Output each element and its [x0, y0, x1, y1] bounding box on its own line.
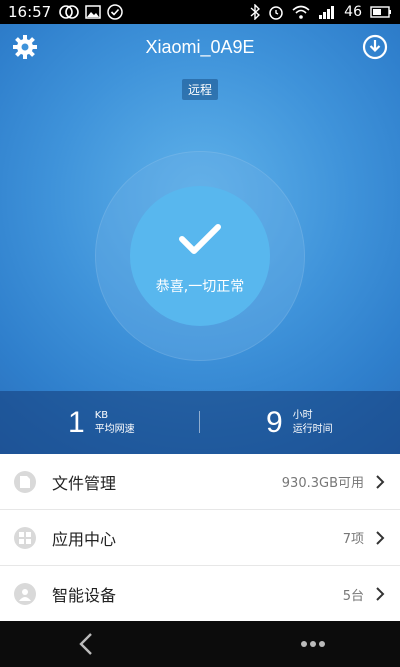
battery-level: 46	[344, 4, 362, 20]
menu-item-label: 应用中心	[52, 529, 117, 549]
apps-icon	[14, 526, 36, 549]
menu-item-label: 智能设备	[52, 586, 117, 605]
menu-item-value: 5台	[342, 588, 364, 604]
stats-bar: 1 KB 平均网速 9 小时 运行时间	[0, 391, 400, 454]
menu-item-smart-devices[interactable]: 智能设备 5台	[0, 566, 400, 622]
menu-item-label: 文件管理	[52, 473, 117, 493]
status-bar: 16:57 46	[0, 0, 400, 24]
status-ring: 恭喜,一切正常	[95, 151, 305, 361]
navigation-bar	[0, 621, 400, 667]
back-icon[interactable]	[78, 632, 94, 656]
download-icon[interactable]	[362, 34, 388, 60]
user-icon	[14, 583, 36, 605]
signal-icon	[319, 6, 335, 19]
status-time: 16:57	[8, 3, 52, 21]
image-icon	[85, 5, 101, 19]
stats-divider	[199, 411, 200, 433]
menu-list: 文件管理 930.3GB可用 应用中心 7项 智能设备 5台	[0, 454, 400, 622]
more-icon[interactable]	[300, 639, 326, 649]
stat-label: 平均网速	[94, 423, 135, 435]
stat-unit: 小时	[292, 409, 313, 421]
stat-label: 运行时间	[292, 423, 333, 435]
check-circle-icon	[107, 4, 123, 20]
page-title: Xiaomi_0A9E	[145, 37, 255, 57]
bluetooth-icon	[250, 4, 261, 20]
menu-item-value: 7项	[342, 532, 364, 547]
stat-value: 1	[68, 405, 85, 439]
remote-mode-badge: 远程	[181, 79, 219, 100]
status-circle: 恭喜,一切正常	[130, 186, 270, 326]
stat-value: 9	[266, 405, 283, 439]
menu-item-value: 930.3GB可用	[281, 476, 364, 491]
wifi-icon	[292, 5, 310, 19]
app-header: Xiaomi_0A9E	[0, 24, 400, 72]
chevron-right-icon	[376, 474, 385, 489]
uptime-stat: 9 小时 运行时间	[200, 406, 400, 440]
chevron-right-icon	[376, 530, 385, 545]
status-message: 恭喜,一切正常	[155, 279, 245, 295]
avg-speed-stat: 1 KB 平均网速	[0, 406, 200, 440]
stat-unit: KB	[94, 409, 109, 421]
router-status-panel: Xiaomi_0A9E 远程 恭喜,一切正常 1 KB 平均网速 9 小时 运行…	[0, 24, 400, 454]
battery-icon	[370, 6, 391, 18]
menu-item-app-center[interactable]: 应用中心 7项	[0, 510, 400, 566]
chevron-right-icon	[376, 587, 385, 601]
check-icon	[179, 224, 221, 254]
alarm-icon	[269, 6, 283, 20]
menu-item-file-management[interactable]: 文件管理 930.3GB可用	[0, 454, 400, 510]
file-icon	[14, 470, 36, 493]
circles-icon	[59, 5, 80, 19]
